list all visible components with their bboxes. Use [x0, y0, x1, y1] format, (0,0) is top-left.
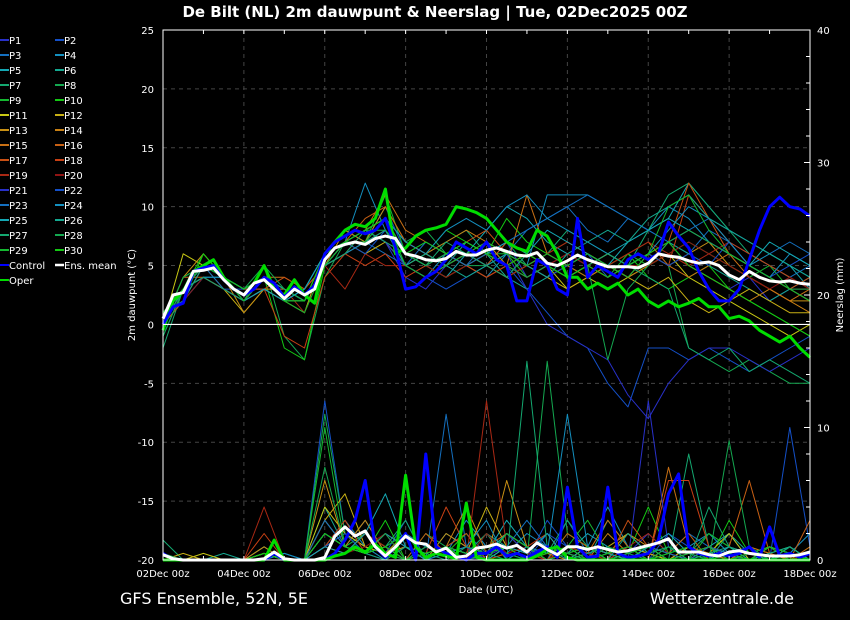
x-tick-label: 16Dec 00z: [703, 569, 756, 580]
legend-label: P3: [9, 51, 21, 62]
legend-item: P11: [0, 111, 28, 122]
legend-item: Ens. mean: [55, 261, 117, 272]
legend-label: P2: [64, 36, 76, 47]
legend-item: P16: [55, 141, 83, 152]
legend-item: P5: [0, 66, 21, 77]
x-tick-label: 10Dec 00z: [460, 569, 513, 580]
legend-item: P12: [55, 111, 83, 122]
x-tick-label: 08Dec 00z: [379, 569, 432, 580]
legend-label: P19: [9, 171, 28, 182]
y-tick-label: 0: [148, 320, 154, 331]
legend-label: P8: [64, 81, 76, 92]
legend-label: P7: [9, 81, 21, 92]
legend-label: P20: [64, 171, 83, 182]
y2-tick-label: 0: [817, 556, 823, 567]
legend-item: P8: [55, 81, 76, 92]
x-tick-label: 06Dec 00z: [298, 569, 351, 580]
y-tick-label: -5: [144, 379, 154, 390]
legend-item: P30: [55, 246, 83, 257]
legend-item: P20: [55, 171, 83, 182]
legend: P1 P2 P3 P4 P5 P6 P7 P8 P9 P10 P11 P12 P13 P14 P15 P16 P…: [0, 36, 117, 287]
legend-item: Control: [0, 261, 45, 272]
legend-item: P23: [0, 201, 28, 212]
legend-label: P24: [64, 201, 83, 212]
legend-label: P11: [9, 111, 28, 122]
legend-item: P27: [0, 231, 28, 242]
y-tick-label: 15: [141, 144, 154, 155]
legend-label: P5: [9, 66, 21, 77]
legend-label: Ens. mean: [64, 261, 117, 272]
legend-label: P16: [64, 141, 83, 152]
footer-site: Wetterzentrale.de: [650, 589, 794, 608]
legend-item: P10: [55, 96, 83, 107]
legend-item: P25: [0, 216, 28, 227]
y-tick-label: 5: [148, 262, 154, 273]
legend-item: P22: [55, 186, 83, 197]
legend-item: P6: [55, 66, 76, 77]
y-tick-label: 25: [141, 26, 154, 37]
legend-label: P10: [64, 96, 83, 107]
legend-label: P21: [9, 186, 28, 197]
x-axis-label: Date (UTC): [459, 585, 514, 596]
legend-label: Oper: [9, 276, 34, 287]
legend-item: P14: [55, 126, 83, 137]
legend-label: P6: [64, 66, 76, 77]
legend-label: P30: [64, 246, 83, 257]
y-tick-label: -10: [138, 438, 154, 449]
legend-item: P4: [55, 51, 76, 62]
legend-item: P13: [0, 126, 28, 137]
legend-item: P7: [0, 81, 21, 92]
legend-label: P14: [64, 126, 83, 137]
legend-item: P3: [0, 51, 21, 62]
legend-item: P29: [0, 246, 28, 257]
x-tick-label: 14Dec 00z: [622, 569, 675, 580]
y2-tick-label: 10: [817, 424, 830, 435]
y-axis-label: 2m dauwpunt (°C): [127, 249, 138, 341]
chart: De Bilt (NL) 2m dauwpunt & Neerslag | Tu…: [0, 3, 846, 608]
y2-tick-label: 30: [817, 159, 830, 170]
x-tick-label: 12Dec 00z: [541, 569, 594, 580]
x-tick-label: 02Dec 00z: [136, 569, 189, 580]
y-tick-label: -15: [138, 497, 154, 508]
legend-label: P15: [9, 141, 28, 152]
y2-axis-label: Neerslag (mm): [835, 257, 846, 332]
legend-item: P1: [0, 36, 21, 47]
legend-item: P17: [0, 156, 28, 167]
legend-item: P9: [0, 96, 21, 107]
y-tick-label: -20: [138, 556, 154, 567]
legend-label: P29: [9, 246, 28, 257]
legend-item: P26: [55, 216, 83, 227]
legend-label: P12: [64, 111, 83, 122]
legend-item: Oper: [0, 276, 34, 287]
legend-item: P24: [55, 201, 83, 212]
legend-label: P25: [9, 216, 28, 227]
x-tick-label: 04Dec 00z: [217, 569, 270, 580]
legend-label: P18: [64, 156, 83, 167]
y2-tick-label: 40: [817, 26, 830, 37]
legend-label: P13: [9, 126, 28, 137]
legend-item: P21: [0, 186, 28, 197]
legend-label: P22: [64, 186, 83, 197]
legend-label: P26: [64, 216, 83, 227]
legend-label: P4: [64, 51, 76, 62]
legend-item: P28: [55, 231, 83, 242]
legend-label: Control: [9, 261, 45, 272]
legend-item: P15: [0, 141, 28, 152]
footer-model: GFS Ensemble, 52N, 5E: [120, 589, 308, 608]
legend-item: P19: [0, 171, 28, 182]
x-tick-label: 18Dec 00z: [783, 569, 836, 580]
legend-label: P1: [9, 36, 21, 47]
y2-tick-label: 20: [817, 291, 830, 302]
legend-item: P2: [55, 36, 76, 47]
legend-item: P18: [55, 156, 83, 167]
y-tick-label: 20: [141, 85, 154, 96]
legend-label: P28: [64, 231, 83, 242]
legend-label: P17: [9, 156, 28, 167]
legend-label: P23: [9, 201, 28, 212]
legend-label: P9: [9, 96, 21, 107]
chart-title: De Bilt (NL) 2m dauwpunt & Neerslag | Tu…: [182, 3, 687, 22]
legend-label: P27: [9, 231, 28, 242]
y-tick-label: 10: [141, 203, 154, 214]
